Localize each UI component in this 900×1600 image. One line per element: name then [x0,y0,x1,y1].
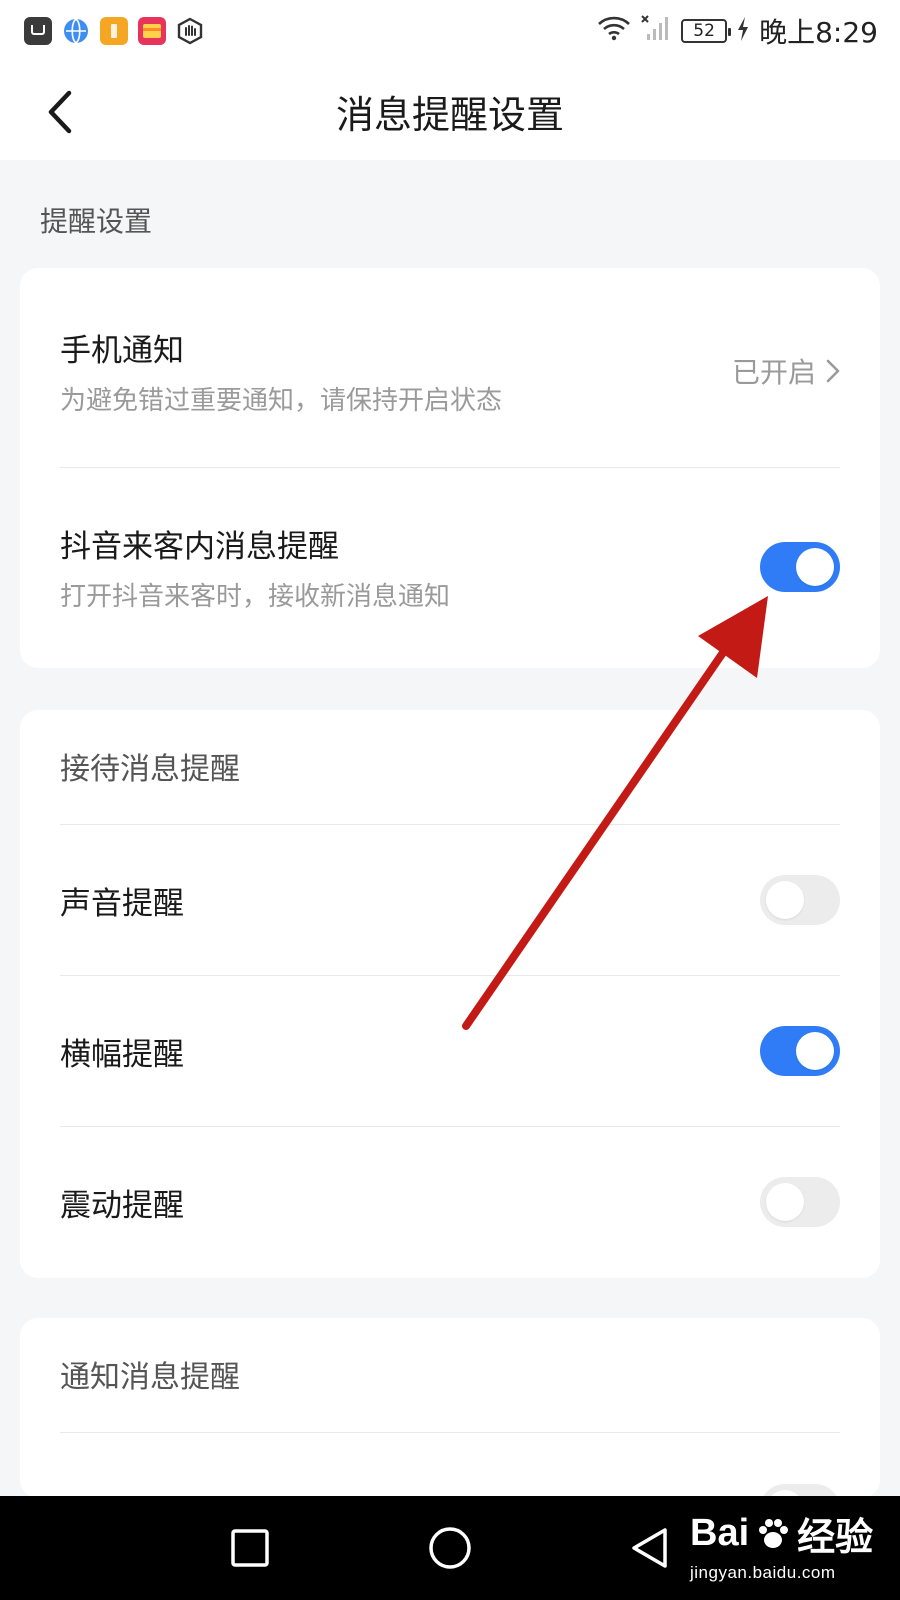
section-label: 提醒设置 [40,205,153,238]
status-indicators: 52 晚上8:29 [597,11,878,51]
reception-message-card: 接待消息提醒 声音提醒 横幅提醒 震动提醒 [20,710,880,1278]
phone-notification-value: 已开启 [731,356,816,389]
sound-reminder-label: 声音提醒 [60,885,184,922]
inapp-reminder-toggle[interactable] [760,542,840,592]
sound-reminder-toggle[interactable] [760,875,840,925]
orange-app-icon [100,17,128,45]
reception-group-header: 接待消息提醒 [60,710,840,822]
divider [60,975,840,976]
back-button[interactable] [30,82,90,142]
reminder-settings-card: 手机通知 为避免错过重要通知，请保持开启状态 已开启 抖音来客内消息提醒 打开抖… [20,268,880,668]
battery-indicator: 52 [681,19,732,43]
inapp-reminder-title: 抖音来客内消息提醒 [60,529,339,565]
no-signal-icon [641,14,671,49]
chevron-left-icon [48,90,72,134]
hand-icon [176,17,204,45]
recent-apps-button[interactable] [224,1522,276,1574]
inapp-reminder-text: 抖音来客内消息提醒 打开抖音来客时，接收新消息通知 [60,521,450,613]
notification-group-title: 通知消息提醒 [60,1360,240,1395]
divider [60,467,840,468]
status-bar: 52 晚上8:29 [0,0,900,62]
vibration-reminder-label: 震动提醒 [60,1187,184,1224]
inapp-reminder-row: 抖音来客内消息提醒 打开抖音来客时，接收新消息通知 [60,512,840,622]
divider [60,1126,840,1127]
phone-notification-row[interactable]: 手机通知 为避免错过重要通知，请保持开启状态 已开启 [60,316,840,426]
chevron-right-icon [826,359,840,383]
reception-group-title: 接待消息提醒 [60,752,240,787]
circle-icon [429,1527,471,1569]
banner-reminder-label: 横幅提醒 [60,1036,184,1073]
watermark-brand-text: Bai [690,1512,750,1554]
triangle-back-icon [632,1528,667,1568]
vibration-reminder-row: 震动提醒 [60,1128,840,1276]
sound-reminder-row: 声音提醒 [60,826,840,974]
toggle-knob [796,1032,834,1070]
page-title: 消息提醒设置 [335,92,564,137]
system-back-button[interactable] [624,1522,676,1574]
banner-reminder-toggle[interactable] [760,1026,840,1076]
watermark-brand: Bai 经验 [690,1506,873,1561]
phone-notification-title: 手机通知 [60,333,184,369]
phone-notification-text: 手机通知 为避免错过重要通知，请保持开启状态 [60,325,502,417]
wifi-icon [597,15,631,48]
charging-icon [737,15,749,48]
divider [60,824,840,825]
huawei-appgallery-icon [24,17,52,45]
baidu-jingyan-watermark: Bai 经验 jingyan.baidu.com [690,1506,873,1583]
divider [60,1432,840,1433]
notification-message-card: 通知消息提醒 [20,1318,880,1534]
banner-reminder-row: 横幅提醒 [60,977,840,1125]
status-app-icons [24,17,204,45]
toggle-knob [766,1183,804,1221]
wallet-icon [138,17,166,45]
home-button[interactable] [424,1522,476,1574]
square-icon [231,1529,269,1567]
notification-group-header: 通知消息提醒 [60,1318,840,1430]
paw-icon [759,1518,789,1548]
toggle-knob [796,548,834,586]
vibration-reminder-toggle[interactable] [760,1177,840,1227]
page-header: 消息提醒设置 [0,62,900,160]
inapp-reminder-subtitle: 打开抖音来客时，接收新消息通知 [60,582,451,612]
watermark-brand-suffix: 经验 [797,1517,874,1559]
toggle-knob [766,881,804,919]
phone-notification-status: 已开启 [732,351,840,391]
screen: 52 晚上8:29 消息提醒设置 提醒设置 手机通知 为避免错过重要通知，请保持… [0,0,900,1600]
browser-globe-icon [62,17,90,45]
phone-notification-subtitle: 为避免错过重要通知，请保持开启状态 [60,386,503,416]
watermark-url: jingyan.baidu.com [690,1563,836,1582]
status-time: 晚上8:29 [759,16,878,49]
